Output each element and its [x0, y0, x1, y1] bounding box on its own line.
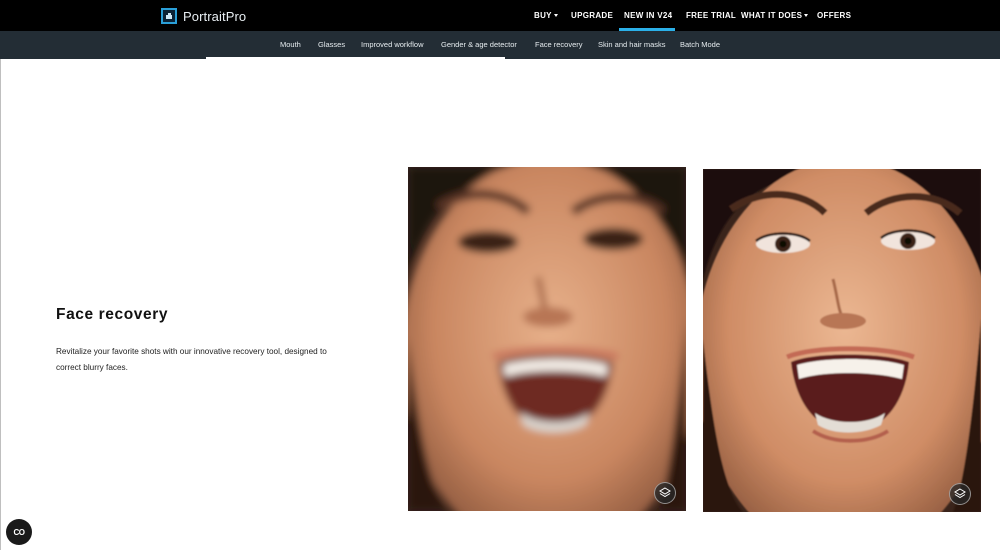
nav-free-trial-label: FREE TRIAL	[686, 11, 737, 20]
layers-icon	[954, 488, 966, 499]
subnav-mouth[interactable]: Mouth	[280, 31, 301, 59]
compare-layers-button-after[interactable]	[949, 483, 971, 505]
before-photo-blurry-face	[408, 167, 686, 511]
compare-layers-button-before[interactable]	[654, 482, 676, 504]
brand-name: PortraitPro	[183, 8, 247, 24]
subnav-improved-workflow[interactable]: Improved workflow	[361, 31, 424, 59]
subnav-skin-hair-masks[interactable]: Skin and hair masks	[598, 31, 666, 59]
nav-upgrade[interactable]: UPGRADE	[571, 0, 613, 31]
cookie-consent-icon: CO	[13, 527, 26, 537]
nav-offers[interactable]: OFFERS	[817, 0, 851, 31]
nav-new-in-v24-label: NEW IN V24	[624, 11, 673, 20]
page-edge-divider	[0, 59, 1, 550]
after-photo-recovered-face	[703, 169, 981, 512]
subnav-gender-age-detector[interactable]: Gender & age detector	[441, 31, 517, 59]
caret-down-icon	[804, 14, 809, 17]
nav-offers-label: OFFERS	[817, 11, 852, 20]
nav-buy[interactable]: BUY	[534, 0, 558, 31]
portraitpro-logo-icon	[161, 8, 177, 24]
subnav-scroll-indicator	[206, 57, 505, 59]
feature-title: Face recovery	[56, 306, 169, 323]
subnav-face-recovery[interactable]: Face recovery	[535, 31, 583, 59]
nav-upgrade-label: UPGRADE	[571, 11, 614, 20]
nav-what-it-does[interactable]: WHAT IT DOES	[741, 0, 809, 31]
cookie-consent-button[interactable]: CO	[6, 519, 32, 545]
nav-new-in-v24[interactable]: NEW IN V24	[624, 0, 672, 31]
feature-sub-nav: Mouth Glasses Improved workflow Gender &…	[0, 31, 1000, 59]
feature-description: Revitalize your favorite shots with our …	[56, 347, 327, 372]
nav-buy-label: BUY	[534, 11, 552, 20]
caret-down-icon	[553, 14, 558, 17]
nav-free-trial[interactable]: FREE TRIAL	[686, 0, 736, 31]
layers-icon	[659, 487, 671, 498]
subnav-glasses[interactable]: Glasses	[318, 31, 345, 59]
brand-logo[interactable]: PortraitPro	[161, 7, 246, 25]
top-nav-bar: PortraitPro BUY UPGRADE NEW IN V24 FREE …	[0, 0, 1000, 31]
subnav-batch-mode[interactable]: Batch Mode	[680, 31, 720, 59]
nav-what-it-does-label: WHAT IT DOES	[741, 11, 803, 20]
